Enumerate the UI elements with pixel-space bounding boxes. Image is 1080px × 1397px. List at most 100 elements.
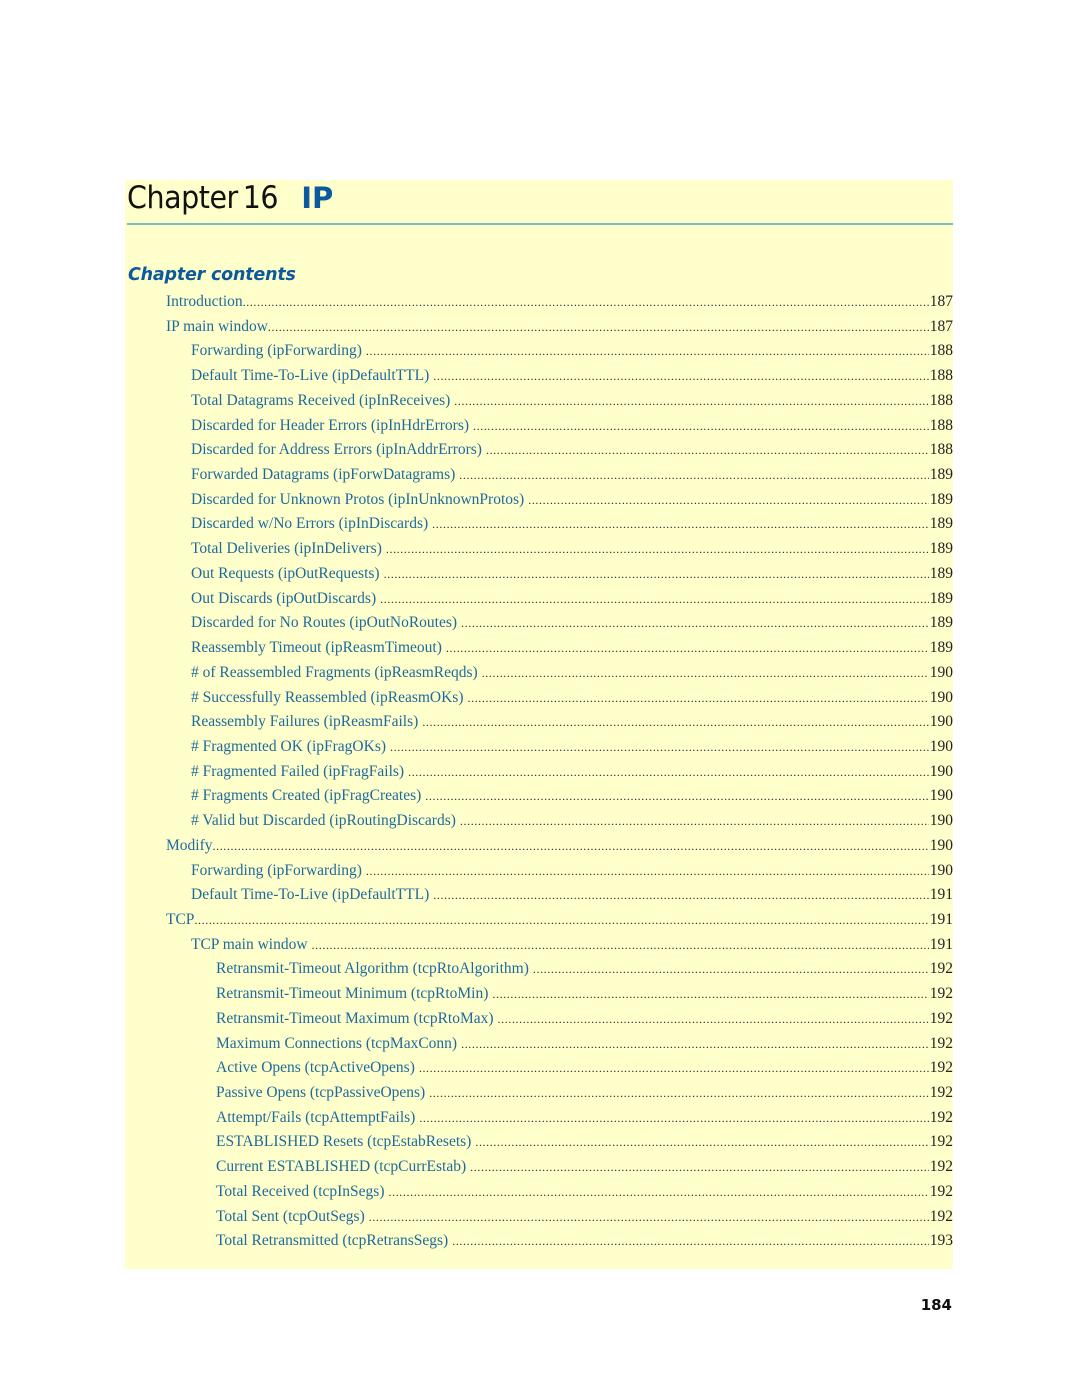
toc-entry[interactable]: Out Discards (ipOutDiscards) 189 xyxy=(125,590,953,615)
toc-entry-link[interactable]: Retransmit-Timeout Algorithm (tcpRtoAlgo… xyxy=(216,960,529,978)
toc-entry-link[interactable]: Total Retransmitted (tcpRetransSegs) xyxy=(216,1232,448,1250)
toc-entry[interactable]: Retransmit-Timeout Maximum (tcpRtoMax) 19… xyxy=(125,1010,953,1035)
toc-page-number: 188 xyxy=(929,416,953,434)
toc-entry-link[interactable]: # Successfully Reassembled (ipReasmOKs) xyxy=(191,689,464,707)
toc-entry[interactable]: Default Time-To-Live (ipDefaultTTL) 188 xyxy=(125,367,953,392)
toc-entry[interactable]: IP main window 187 xyxy=(125,318,953,343)
toc-entry-link[interactable]: Discarded for No Routes (ipOutNoRoutes) xyxy=(191,614,457,632)
toc-entry[interactable]: ESTABLISHED Resets (tcpEstabResets) 192 xyxy=(125,1133,953,1158)
toc-page-number: 192 xyxy=(929,1059,953,1077)
toc-entry-link[interactable]: Total Received (tcpInSegs) xyxy=(216,1183,385,1201)
toc-entry-link[interactable]: Reassembly Timeout (ipReasmTimeout) xyxy=(191,639,442,657)
toc-entry-link[interactable]: # Valid but Discarded (ipRoutingDiscards… xyxy=(191,812,456,830)
toc-entry[interactable]: Introduction 187 xyxy=(125,293,953,318)
toc-entry[interactable]: Active Opens (tcpActiveOpens) 192 xyxy=(125,1059,953,1084)
toc-entry[interactable]: Reassembly Failures (ipReasmFails) 190 xyxy=(125,713,953,738)
toc-entry[interactable]: Modify 190 xyxy=(125,837,953,862)
toc-entry[interactable]: Total Sent (tcpOutSegs) 192 xyxy=(125,1208,953,1233)
toc-entry-link[interactable]: Forwarded Datagrams (ipForwDatagrams) xyxy=(191,466,455,484)
toc-entry[interactable]: Maximum Connections (tcpMaxConn) 192 xyxy=(125,1035,953,1060)
toc-entry[interactable]: Discarded w/No Errors (ipInDiscards) 189 xyxy=(125,515,953,540)
chapter-number: 16 xyxy=(242,180,279,216)
toc-entry[interactable]: Current ESTABLISHED (tcpCurrEstab) 192 xyxy=(125,1158,953,1183)
toc-entry[interactable]: Default Time-To-Live (ipDefaultTTL) 191 xyxy=(125,886,953,911)
dot-leader xyxy=(459,468,928,483)
toc-entry[interactable]: Discarded for Header Errors (ipInHdrErro… xyxy=(125,417,953,442)
dot-leader xyxy=(389,1185,929,1200)
toc-entry-link[interactable]: Forwarding (ipForwarding) xyxy=(191,342,362,360)
dot-leader xyxy=(498,1012,929,1027)
toc-entry[interactable]: Forwarding (ipForwarding) 190 xyxy=(125,862,953,887)
toc-entry[interactable]: Discarded for No Routes (ipOutNoRoutes) 1… xyxy=(125,614,953,639)
dot-leader xyxy=(366,344,929,359)
dot-leader xyxy=(390,740,929,755)
toc-entry-link[interactable]: IP main window xyxy=(166,318,268,336)
toc-entry-link[interactable]: TCP xyxy=(166,911,194,929)
toc-entry-link[interactable]: Reassembly Failures (ipReasmFails) xyxy=(191,713,418,731)
toc-page-number: 191 xyxy=(929,935,953,953)
toc-entry-link[interactable]: Passive Opens (tcpPassiveOpens) xyxy=(216,1084,425,1102)
toc-page-number: 189 xyxy=(929,589,953,607)
toc-entry[interactable]: Forwarded Datagrams (ipForwDatagrams) 189 xyxy=(125,466,953,491)
toc-entry[interactable]: Total Deliveries (ipInDelivers) 189 xyxy=(125,540,953,565)
toc-entry-link[interactable]: Discarded for Unknown Protos (ipInUnknow… xyxy=(191,491,524,509)
toc-page-number: 189 xyxy=(929,614,953,632)
dot-leader xyxy=(460,814,929,829)
toc-entry[interactable]: Retransmit-Timeout Algorithm (tcpRtoAlgo… xyxy=(125,960,953,985)
toc-entry-link[interactable]: ESTABLISHED Resets (tcpEstabResets) xyxy=(216,1133,471,1151)
toc-entry[interactable]: Retransmit-Timeout Minimum (tcpRtoMin) 19… xyxy=(125,985,953,1010)
toc-entry[interactable]: Discarded for Unknown Protos (ipInUnknow… xyxy=(125,491,953,516)
toc-entry[interactable]: Discarded for Address Errors (ipInAddrEr… xyxy=(125,441,953,466)
dot-leader xyxy=(386,542,929,557)
dot-leader xyxy=(213,839,929,854)
toc-entry-link[interactable]: Discarded for Header Errors (ipInHdrErro… xyxy=(191,417,469,435)
toc-entry-link[interactable]: Introduction xyxy=(166,293,243,311)
toc-page-number: 187 xyxy=(929,293,953,310)
toc-entry-link[interactable]: # Fragmented OK (ipFragOKs) xyxy=(191,738,386,756)
toc-entry-link[interactable]: Default Time-To-Live (ipDefaultTTL) xyxy=(191,367,429,385)
toc-entry-link[interactable]: Active Opens (tcpActiveOpens) xyxy=(216,1059,415,1077)
toc-page-number: 193 xyxy=(929,1232,953,1250)
toc-page-number: 191 xyxy=(929,886,953,904)
toc-entry-link[interactable]: Total Sent (tcpOutSegs) xyxy=(216,1208,365,1226)
toc-entry[interactable]: Total Received (tcpInSegs) 192 xyxy=(125,1183,953,1208)
toc-entry-link[interactable]: Total Deliveries (ipInDelivers) xyxy=(191,540,382,558)
dot-leader xyxy=(461,616,929,631)
toc-entry-link[interactable]: Default Time-To-Live (ipDefaultTTL) xyxy=(191,886,429,904)
toc-entry-link[interactable]: Attempt/Fails (tcpAttemptFails) xyxy=(216,1109,415,1127)
toc-entry[interactable]: Attempt/Fails (tcpAttemptFails) 192 xyxy=(125,1109,953,1134)
toc-entry-link[interactable]: Discarded for Address Errors (ipInAddrEr… xyxy=(191,441,482,459)
toc-entry-link[interactable]: Out Requests (ipOutRequests) xyxy=(191,565,380,583)
toc-entry[interactable]: # Fragmented OK (ipFragOKs) 190 xyxy=(125,738,953,763)
toc-entry-link[interactable]: Current ESTABLISHED (tcpCurrEstab) xyxy=(216,1158,466,1176)
toc-entry-link[interactable]: Discarded w/No Errors (ipInDiscards) xyxy=(191,515,428,533)
toc-entry-link[interactable]: Maximum Connections (tcpMaxConn) xyxy=(216,1035,457,1053)
dot-leader xyxy=(470,1160,929,1175)
toc-entry-link[interactable]: # Fragments Created (ipFragCreates) xyxy=(191,787,421,805)
toc-entry[interactable]: Total Retransmitted (tcpRetransSegs) 193 xyxy=(125,1232,953,1257)
toc-page-number: 189 xyxy=(929,564,953,582)
toc-entry[interactable]: # Fragments Created (ipFragCreates) 190 xyxy=(125,787,953,812)
toc-entry[interactable]: Total Datagrams Received (ipInReceives) 1… xyxy=(125,392,953,417)
toc-entry-link[interactable]: Modify xyxy=(166,837,213,855)
page-number: 184 xyxy=(920,1296,952,1314)
toc-entry[interactable]: # Valid but Discarded (ipRoutingDiscards… xyxy=(125,812,953,837)
toc-entry-link[interactable]: # Fragmented Failed (ipFragFails) xyxy=(191,763,404,781)
toc-entry-link[interactable]: Out Discards (ipOutDiscards) xyxy=(191,590,376,608)
toc-entry[interactable]: # Fragmented Failed (ipFragFails) 190 xyxy=(125,763,953,788)
toc-entry-link[interactable]: Retransmit-Timeout Minimum (tcpRtoMin) xyxy=(216,985,488,1003)
toc-entry[interactable]: Passive Opens (tcpPassiveOpens) 192 xyxy=(125,1084,953,1109)
toc-entry[interactable]: # of Reassembled Fragments (ipReasmReqds… xyxy=(125,664,953,689)
toc-entry-link[interactable]: Forwarding (ipForwarding) xyxy=(191,862,362,880)
toc-entry-link[interactable]: # of Reassembled Fragments (ipReasmReqds… xyxy=(191,664,478,682)
toc-entry[interactable]: Out Requests (ipOutRequests) 189 xyxy=(125,565,953,590)
toc-entry-link[interactable]: TCP main window xyxy=(191,936,308,954)
toc-entry[interactable]: Forwarding (ipForwarding) 188 xyxy=(125,342,953,367)
toc-entry[interactable]: TCP 191 xyxy=(125,911,953,936)
toc-entry[interactable]: TCP main window 191 xyxy=(125,936,953,961)
toc-page-number: 190 xyxy=(929,787,953,805)
toc-entry-link[interactable]: Retransmit-Timeout Maximum (tcpRtoMax) xyxy=(216,1010,494,1028)
toc-entry[interactable]: Reassembly Timeout (ipReasmTimeout) 189 xyxy=(125,639,953,664)
toc-entry-link[interactable]: Total Datagrams Received (ipInReceives) xyxy=(191,392,450,410)
toc-entry[interactable]: # Successfully Reassembled (ipReasmOKs) 1… xyxy=(125,689,953,714)
